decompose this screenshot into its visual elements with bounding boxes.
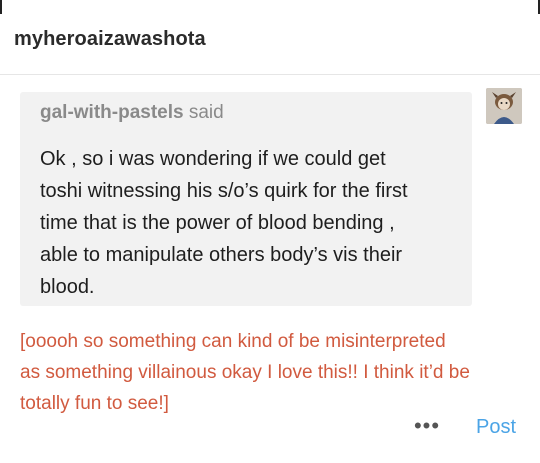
blog-name-link[interactable]: myheroaizawashota [14, 28, 206, 51]
ask-reply-card: myheroaizawashota gal-with-pastels said … [0, 0, 540, 463]
quote-line: blood. [40, 276, 95, 298]
reply-line: [ooooh so something can kind of be misin… [20, 331, 446, 352]
user-avatar-icon[interactable] [486, 88, 522, 124]
quote-line: Ok , so i was wondering if we could get [40, 148, 386, 170]
quote-line: able to manipulate others body’s vis the… [40, 244, 403, 266]
post-button[interactable]: Post [476, 414, 516, 440]
post-header: myheroaizawashota [0, 0, 540, 75]
reply-body: [ooooh so something can kind of be misin… [20, 326, 530, 419]
quote-line: toshi witnessing his s/o’s quirk for the… [40, 180, 408, 202]
quote-body: Ok , so i was wondering if we could get … [40, 143, 454, 303]
more-options-button[interactable]: ••• [412, 414, 442, 438]
quote-line: time that is the power of blood bending … [40, 212, 395, 234]
said-label: said [188, 102, 224, 123]
quote-author-link[interactable]: gal-with-pastels [40, 102, 184, 123]
reply-line: totally fun to see!] [20, 393, 169, 414]
reply-line: as something villainous okay I love this… [20, 362, 470, 383]
avatar-illustration [486, 88, 522, 124]
quoted-ask: gal-with-pastels said Ok , so i was wond… [20, 92, 472, 306]
quote-attribution: gal-with-pastels said [40, 102, 224, 124]
